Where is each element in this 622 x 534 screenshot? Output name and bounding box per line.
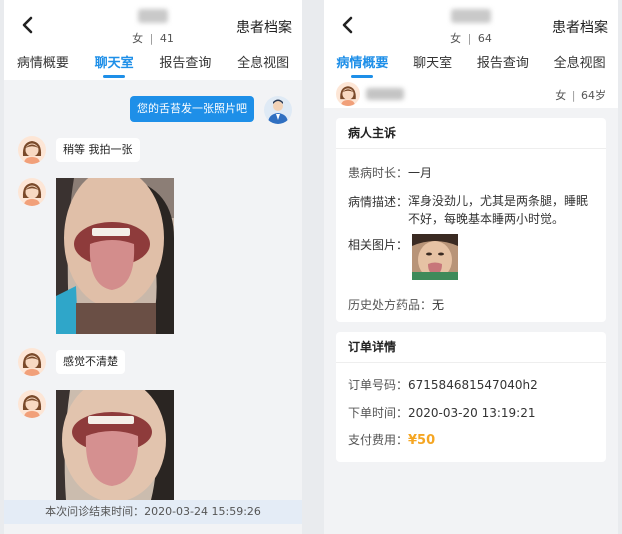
order-fee-row: 支付费用：¥50 (348, 431, 435, 448)
patient-row: 女 | 64岁 (324, 80, 618, 108)
order-no-label: 订单号码： (348, 378, 409, 392)
order-card: 订单详情 订单号码：671584681547040h2 下单时间：2020-03… (336, 332, 606, 462)
patient-name-blurred (138, 9, 168, 23)
patient-gender: 女 (555, 89, 567, 102)
patient-name-blurred (451, 9, 491, 23)
order-no-value: 671584681547040h2 (408, 378, 538, 392)
patient-gender: 女 (132, 32, 144, 45)
tab-summary[interactable]: 病情概要 (336, 54, 388, 78)
complaint-card: 病人主诉 患病时长：一月 病情描述： 浑身没劲儿，尤其是两条腿，睡眠不好，每晚基… (336, 118, 606, 322)
message-bubble-patient: 稍等 我拍一张 (56, 138, 140, 162)
order-fee-label: 支付费用： (348, 433, 409, 447)
patient-avatar (18, 348, 46, 376)
related-image-thumbnail[interactable] (412, 234, 458, 280)
order-fee-value: ¥50 (408, 433, 436, 448)
doctor-avatar (264, 96, 292, 124)
tab-holographic[interactable]: 全息视图 (554, 54, 606, 78)
chat-screen: 女 | 41 患者档案 病情概要 聊天室 报告查询 全息视图 您的舌苔发一张照片… (4, 0, 302, 534)
patient-age: 41 (159, 32, 174, 45)
header: 女 | 64 患者档案 (324, 0, 618, 50)
order-time-label: 下单时间： (348, 406, 409, 420)
desc-value: 浑身没劲儿，尤其是两条腿，睡眠不好，每晚基本睡两小时觉。 (408, 194, 589, 226)
tongue-photo[interactable] (56, 390, 174, 500)
patient-age: 64岁 (581, 89, 606, 102)
images-label: 相关图片： (348, 238, 409, 252)
patient-gender-age: 女 | 64岁 (555, 89, 606, 102)
patient-avatar (336, 82, 360, 106)
tab-summary[interactable]: 病情概要 (17, 54, 69, 78)
desc-label: 病情描述： (348, 195, 409, 209)
order-no-row: 订单号码：671584681547040h2 (348, 376, 538, 393)
tab-bar: 病情概要 聊天室 报告查询 全息视图 (4, 50, 302, 80)
patient-avatar (18, 390, 46, 418)
message-bubble-patient: 感觉不清楚 (56, 350, 125, 374)
patient-name-blurred (366, 88, 404, 100)
duration-row: 患病时长：一月 (348, 164, 432, 181)
tongue-photo[interactable] (56, 178, 174, 334)
patient-archive-button[interactable]: 患者档案 (236, 17, 292, 37)
header: 女 | 41 患者档案 (4, 0, 302, 50)
order-time-row: 下单时间：2020-03-20 13:19:21 (348, 404, 535, 421)
patient-avatar (18, 136, 46, 164)
consultation-end-notice: 本次问诊结束时间：2020-03-24 15:59:26 (4, 500, 302, 524)
tab-reports[interactable]: 报告查询 (477, 54, 529, 78)
history-label: 历史处方药品： (348, 298, 433, 312)
tab-bar: 病情概要 聊天室 报告查询 全息视图 (324, 50, 618, 80)
order-time-value: 2020-03-20 13:19:21 (408, 406, 536, 420)
patient-avatar (18, 178, 46, 206)
tab-holographic[interactable]: 全息视图 (237, 54, 289, 78)
history-row: 历史处方药品：无 (348, 296, 444, 313)
complaint-title: 病人主诉 (336, 118, 606, 149)
patient-gender: 女 (450, 32, 462, 45)
duration-value: 一月 (408, 166, 433, 180)
summary-screen: 女 | 64 患者档案 病情概要 聊天室 报告查询 全息视图 女 | 64岁 病… (324, 0, 618, 534)
chat-body[interactable]: 您的舌苔发一张照片吧 稍等 我拍一张 感觉不清楚 本次问诊结束时间：2020-0… (4, 80, 302, 534)
history-value: 无 (432, 298, 445, 312)
tab-reports[interactable]: 报告查询 (159, 54, 211, 78)
order-title: 订单详情 (336, 332, 606, 363)
summary-body[interactable]: 病人主诉 患病时长：一月 病情描述： 浑身没劲儿，尤其是两条腿，睡眠不好，每晚基… (324, 108, 618, 534)
message-bubble-doctor: 您的舌苔发一张照片吧 (130, 96, 254, 122)
patient-archive-button[interactable]: 患者档案 (552, 17, 608, 37)
tab-chat[interactable]: 聊天室 (413, 54, 452, 78)
tab-chat[interactable]: 聊天室 (95, 54, 134, 78)
patient-age: 64 (477, 32, 492, 45)
duration-label: 患病时长： (348, 166, 409, 180)
